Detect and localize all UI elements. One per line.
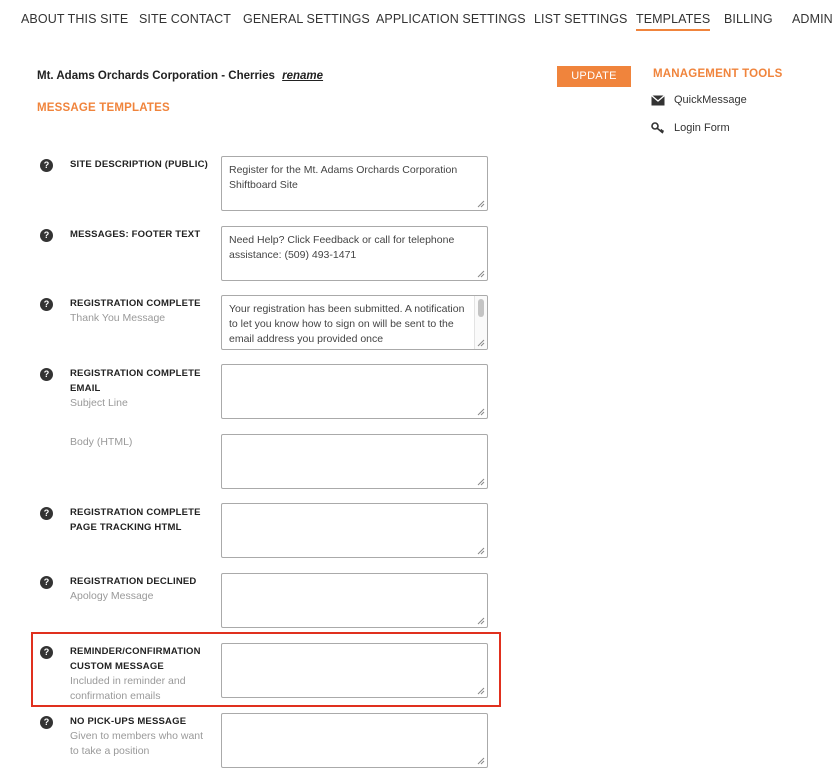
site-name: Mt. Adams Orchards Corporation - Cherrie… xyxy=(37,70,275,82)
field-subtitle: Subject Line xyxy=(70,397,128,409)
rename-link[interactable]: rename xyxy=(282,70,323,82)
nav-list-settings[interactable]: LIST SETTINGS xyxy=(534,12,627,26)
resize-grip-icon[interactable] xyxy=(477,757,485,765)
help-icon[interactable]: ? xyxy=(40,716,53,729)
nav-admin[interactable]: ADMIN xyxy=(792,12,833,26)
key-icon xyxy=(651,122,665,134)
resize-grip-icon[interactable] xyxy=(477,617,485,625)
nav-general-settings[interactable]: GENERAL SETTINGS xyxy=(243,12,370,26)
registration-declined-textarea[interactable] xyxy=(221,573,488,628)
resize-grip-icon[interactable] xyxy=(477,200,485,208)
login-form-link[interactable]: Login Form xyxy=(651,122,730,134)
envelope-icon xyxy=(651,94,665,105)
field-subtitle: Apology Message xyxy=(70,590,154,602)
resize-grip-icon[interactable] xyxy=(477,408,485,416)
help-icon[interactable]: ? xyxy=(40,298,53,311)
help-icon[interactable]: ? xyxy=(40,507,53,520)
update-button[interactable]: UPDATE xyxy=(557,66,631,87)
registration-email-subject-textarea[interactable] xyxy=(221,364,488,419)
help-icon[interactable]: ? xyxy=(40,646,53,659)
field-title: REGISTRATION COMPLETE xyxy=(70,298,201,309)
field-title: SITE DESCRIPTION (PUBLIC) xyxy=(70,159,209,170)
page-tracking-label: REGISTRATION COMPLETE PAGE TRACKING HTML xyxy=(70,505,210,535)
registration-declined-label: REGISTRATION DECLINED Apology Message xyxy=(70,574,210,604)
resize-grip-icon[interactable] xyxy=(477,270,485,278)
site-name-row: Mt. Adams Orchards Corporation - Cherrie… xyxy=(37,70,323,82)
help-icon[interactable]: ? xyxy=(40,368,53,381)
registration-email-label: REGISTRATION COMPLETE EMAIL Subject Line xyxy=(70,366,210,411)
footer-text-label: MESSAGES: FOOTER TEXT xyxy=(70,227,210,242)
body-html-label: Body (HTML) xyxy=(70,436,133,448)
field-subtitle: Thank You Message xyxy=(70,312,166,324)
quickmessage-link[interactable]: QuickMessage xyxy=(651,94,747,106)
registration-email-body-textarea[interactable] xyxy=(221,434,488,489)
message-templates-heading: MESSAGE TEMPLATES xyxy=(37,102,170,114)
footer-text-textarea[interactable]: Need Help? Click Feedback or call for te… xyxy=(221,226,488,281)
nav-templates[interactable]: TEMPLATES xyxy=(636,12,711,31)
reminder-confirmation-label: REMINDER/CONFIRMATION CUSTOM MESSAGE Inc… xyxy=(70,644,210,704)
no-pickups-textarea[interactable] xyxy=(221,713,488,768)
nav-billing[interactable]: BILLING xyxy=(724,12,773,26)
top-navigation: ABOUT THIS SITE SITE CONTACT GENERAL SET… xyxy=(0,0,840,40)
registration-complete-label: REGISTRATION COMPLETE Thank You Message xyxy=(70,296,210,326)
no-pickups-label: NO PICK-UPS MESSAGE Given to members who… xyxy=(70,714,210,759)
textarea-value: Your registration has been submitted. A … xyxy=(229,303,465,345)
field-title: NO PICK-UPS MESSAGE xyxy=(70,716,187,727)
textarea-value: Register for the Mt. Adams Orchards Corp… xyxy=(229,164,458,191)
resize-grip-icon[interactable] xyxy=(477,339,485,347)
field-title: REGISTRATION COMPLETE EMAIL xyxy=(70,368,201,394)
nav-about-this-site[interactable]: ABOUT THIS SITE xyxy=(21,12,128,26)
field-title: REGISTRATION DECLINED xyxy=(70,576,197,587)
reminder-confirmation-textarea[interactable] xyxy=(221,643,488,698)
quickmessage-label: QuickMessage xyxy=(674,94,747,106)
nav-site-contact[interactable]: SITE CONTACT xyxy=(139,12,231,26)
resize-grip-icon[interactable] xyxy=(477,547,485,555)
login-form-label: Login Form xyxy=(674,122,730,134)
management-tools-heading: MANAGEMENT TOOLS xyxy=(653,68,783,80)
field-title: REGISTRATION COMPLETE PAGE TRACKING HTML xyxy=(70,507,201,533)
page-tracking-textarea[interactable] xyxy=(221,503,488,558)
site-description-label: SITE DESCRIPTION (PUBLIC) xyxy=(70,157,210,172)
field-title: MESSAGES: FOOTER TEXT xyxy=(70,229,201,240)
field-subtitle: Included in reminder and confirmation em… xyxy=(70,675,186,702)
resize-grip-icon[interactable] xyxy=(477,687,485,695)
site-description-textarea[interactable]: Register for the Mt. Adams Orchards Corp… xyxy=(221,156,488,211)
textarea-value: Need Help? Click Feedback or call for te… xyxy=(229,234,455,261)
help-icon[interactable]: ? xyxy=(40,159,53,172)
field-title: REMINDER/CONFIRMATION CUSTOM MESSAGE xyxy=(70,646,201,672)
registration-complete-textarea[interactable]: Your registration has been submitted. A … xyxy=(221,295,488,350)
nav-application-settings[interactable]: APPLICATION SETTINGS xyxy=(376,12,526,26)
resize-grip-icon[interactable] xyxy=(477,478,485,486)
help-icon[interactable]: ? xyxy=(40,229,53,242)
help-icon[interactable]: ? xyxy=(40,576,53,589)
field-subtitle: Given to members who want to take a posi… xyxy=(70,730,204,757)
scrollbar-thumb[interactable] xyxy=(478,299,484,317)
